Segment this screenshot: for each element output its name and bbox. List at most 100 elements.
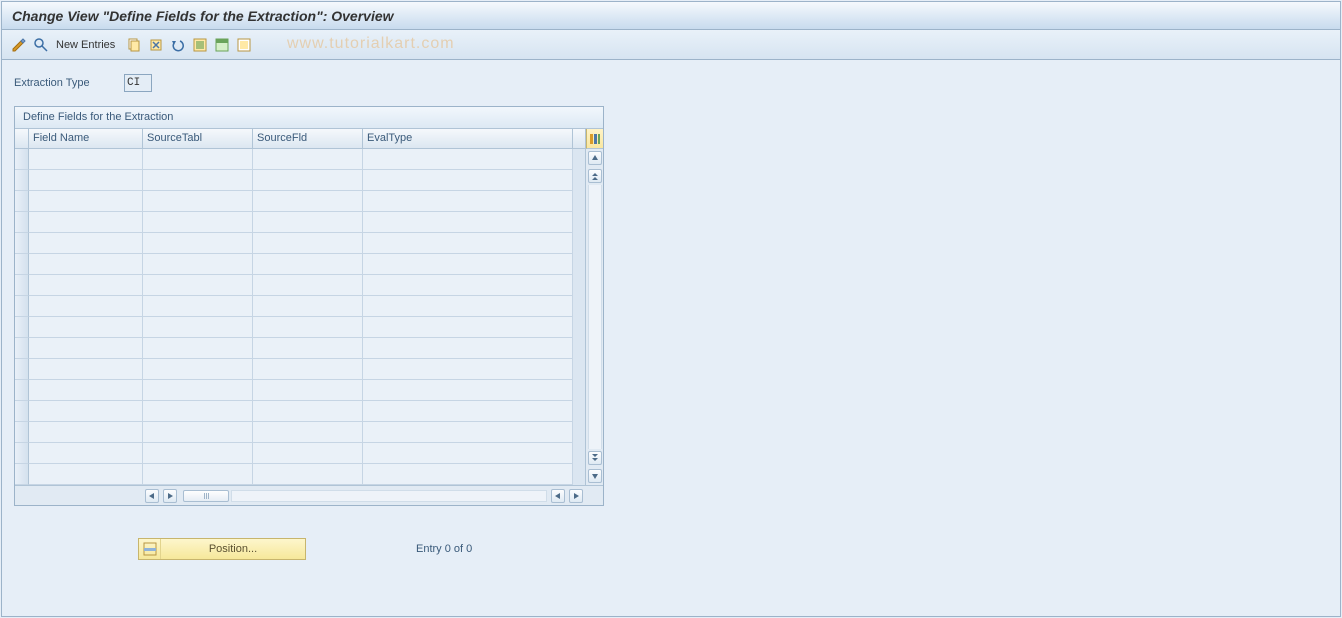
- extraction-type-input[interactable]: [124, 74, 152, 92]
- row-selector[interactable]: [15, 170, 29, 191]
- cell-field-name[interactable]: [29, 170, 143, 191]
- scroll-down-step-button[interactable]: [588, 451, 602, 465]
- col-header-source-fld[interactable]: SourceFld: [253, 129, 363, 148]
- cell-source-fld[interactable]: [253, 317, 363, 338]
- cell-input[interactable]: [363, 212, 572, 232]
- cell-input[interactable]: [143, 233, 252, 253]
- cell-input[interactable]: [253, 380, 362, 400]
- cell-field-name[interactable]: [29, 212, 143, 233]
- row-selector[interactable]: [15, 317, 29, 338]
- row-selector[interactable]: [15, 149, 29, 170]
- cell-source-tabl[interactable]: [143, 275, 253, 296]
- cell-field-name[interactable]: [29, 443, 143, 464]
- cell-input[interactable]: [29, 191, 142, 211]
- cell-source-fld[interactable]: [253, 338, 363, 359]
- cell-input[interactable]: [143, 338, 252, 358]
- cell-input[interactable]: [143, 149, 252, 169]
- cell-input[interactable]: [253, 149, 362, 169]
- cell-source-fld[interactable]: [253, 233, 363, 254]
- cell-input[interactable]: [143, 317, 252, 337]
- cell-eval-type[interactable]: [363, 359, 573, 380]
- cell-source-fld[interactable]: [253, 212, 363, 233]
- row-selector[interactable]: [15, 359, 29, 380]
- cell-source-fld[interactable]: [253, 296, 363, 317]
- row-selector[interactable]: [15, 401, 29, 422]
- cell-input[interactable]: [29, 464, 142, 484]
- cell-field-name[interactable]: [29, 254, 143, 275]
- cell-eval-type[interactable]: [363, 296, 573, 317]
- cell-input[interactable]: [143, 401, 252, 421]
- cell-input[interactable]: [29, 296, 142, 316]
- row-selector[interactable]: [15, 338, 29, 359]
- col-header-eval-type[interactable]: EvalType: [363, 129, 573, 148]
- cell-input[interactable]: [363, 317, 572, 337]
- cell-source-tabl[interactable]: [143, 254, 253, 275]
- cell-input[interactable]: [143, 170, 252, 190]
- cell-input[interactable]: [29, 275, 142, 295]
- cell-source-tabl[interactable]: [143, 233, 253, 254]
- horizontal-scroll-thumb[interactable]: [183, 490, 229, 502]
- cell-field-name[interactable]: [29, 359, 143, 380]
- cell-input[interactable]: [363, 233, 572, 253]
- undo-icon[interactable]: [169, 36, 187, 54]
- row-selector[interactable]: [15, 275, 29, 296]
- cell-input[interactable]: [29, 212, 142, 232]
- cell-input[interactable]: [29, 149, 142, 169]
- cell-input[interactable]: [143, 191, 252, 211]
- select-block-icon[interactable]: [213, 36, 231, 54]
- cell-input[interactable]: [143, 422, 252, 442]
- cell-input[interactable]: [143, 380, 252, 400]
- cell-field-name[interactable]: [29, 149, 143, 170]
- cell-input[interactable]: [363, 443, 572, 463]
- row-selector[interactable]: [15, 212, 29, 233]
- scroll-left-button[interactable]: [145, 489, 159, 503]
- cell-input[interactable]: [29, 254, 142, 274]
- cell-source-fld[interactable]: [253, 149, 363, 170]
- scroll-down-button[interactable]: [588, 469, 602, 483]
- cell-eval-type[interactable]: [363, 338, 573, 359]
- col-header-field-name[interactable]: Field Name: [29, 129, 143, 148]
- cell-source-fld[interactable]: [253, 422, 363, 443]
- new-entries-button[interactable]: New Entries: [54, 39, 121, 51]
- row-selector[interactable]: [15, 233, 29, 254]
- cell-input[interactable]: [143, 359, 252, 379]
- cell-source-fld[interactable]: [253, 359, 363, 380]
- cell-eval-type[interactable]: [363, 149, 573, 170]
- cell-eval-type[interactable]: [363, 401, 573, 422]
- cell-input[interactable]: [363, 359, 572, 379]
- cell-eval-type[interactable]: [363, 212, 573, 233]
- cell-input[interactable]: [143, 254, 252, 274]
- position-button[interactable]: Position...: [138, 538, 306, 560]
- cell-input[interactable]: [253, 212, 362, 232]
- cell-input[interactable]: [253, 443, 362, 463]
- cell-field-name[interactable]: [29, 317, 143, 338]
- cell-input[interactable]: [29, 317, 142, 337]
- row-selector[interactable]: [15, 191, 29, 212]
- cell-input[interactable]: [29, 359, 142, 379]
- cell-eval-type[interactable]: [363, 422, 573, 443]
- cell-source-fld[interactable]: [253, 464, 363, 485]
- scroll-right-button[interactable]: [163, 489, 177, 503]
- cell-source-fld[interactable]: [253, 401, 363, 422]
- cell-source-tabl[interactable]: [143, 359, 253, 380]
- cell-source-tabl[interactable]: [143, 464, 253, 485]
- row-selector[interactable]: [15, 422, 29, 443]
- cell-input[interactable]: [253, 422, 362, 442]
- cell-input[interactable]: [29, 380, 142, 400]
- cell-input[interactable]: [363, 191, 572, 211]
- cell-input[interactable]: [143, 443, 252, 463]
- cell-input[interactable]: [143, 275, 252, 295]
- cell-input[interactable]: [363, 254, 572, 274]
- cell-input[interactable]: [253, 170, 362, 190]
- cell-source-fld[interactable]: [253, 254, 363, 275]
- cell-input[interactable]: [253, 275, 362, 295]
- cell-input[interactable]: [29, 443, 142, 463]
- cell-eval-type[interactable]: [363, 191, 573, 212]
- cell-field-name[interactable]: [29, 422, 143, 443]
- copy-icon[interactable]: [125, 36, 143, 54]
- cell-source-fld[interactable]: [253, 275, 363, 296]
- cell-field-name[interactable]: [29, 380, 143, 401]
- cell-field-name[interactable]: [29, 464, 143, 485]
- cell-eval-type[interactable]: [363, 170, 573, 191]
- toggle-display-change-icon[interactable]: [10, 36, 28, 54]
